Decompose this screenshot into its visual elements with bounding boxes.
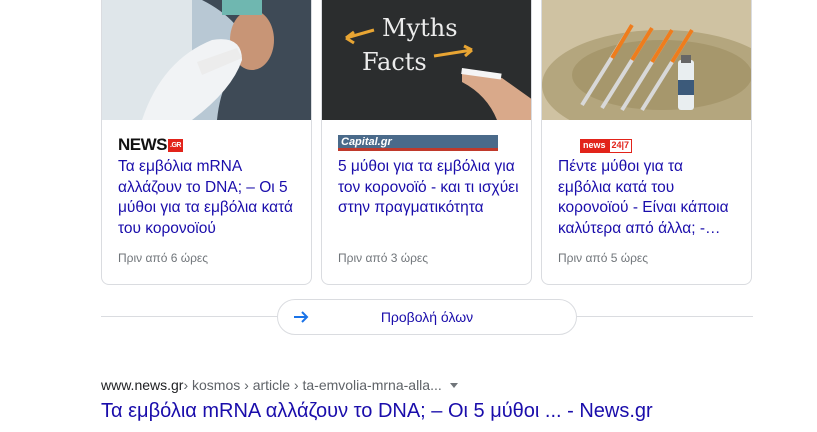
card-timestamp: Πριν από 5 ώρες [558,251,649,265]
card-thumbnail: Myths Facts [322,0,531,120]
result-breadcrumb: www.news.gr › kosmos › article › ta-emvo… [101,377,458,393]
news-card[interactable]: NEWS .GR Τα εμβόλια mRNA αλλάζουν το DNA;… [101,0,312,285]
card-thumbnail [102,0,311,120]
news-card[interactable]: Myths Facts Capital.gr 5 μύθοι για τα εμ… [321,0,532,285]
caret-down-icon[interactable] [449,382,458,388]
source-logo: Capital.gr [322,120,531,154]
top-stories-carousel: NEWS .GR Τα εμβόλια mRNA αλλάζουν το DNA;… [101,0,752,285]
arrow-right-icon [292,308,310,331]
view-all-button[interactable]: Προβολή όλων [277,299,577,335]
result-path: › kosmos › article › ta-emvolia-mrna-all… [183,377,442,393]
source-logo: NEWS .GR [118,135,183,154]
card-title[interactable]: Πέντε μύθοι για τα εμβόλια κατά του κορο… [558,157,739,239]
view-all-label: Προβολή όλων [380,309,474,325]
svg-text:Facts: Facts [362,48,427,76]
result-title-link[interactable]: Τα εμβόλια mRNA αλλάζουν το DNA; – Οι 5 … [101,400,653,423]
card-title[interactable]: 5 μύθοι για τα εμβόλια για τον κορονοϊό … [338,157,519,219]
source-logo: news 24|7 [542,120,751,154]
result-domain: www.news.gr [101,377,184,393]
card-title[interactable]: Τα εμβόλια mRNA αλλάζουν το DNA; – Οι 5 … [118,157,299,239]
news-card[interactable]: news 24|7 Πέντε μύθοι για τα εμβόλια κατά… [541,0,752,285]
card-timestamp: Πριν από 3 ώρες [338,251,429,265]
card-timestamp: Πριν από 6 ώρες [118,251,209,265]
svg-text:Myths: Myths [382,14,458,42]
card-thumbnail [542,0,751,120]
